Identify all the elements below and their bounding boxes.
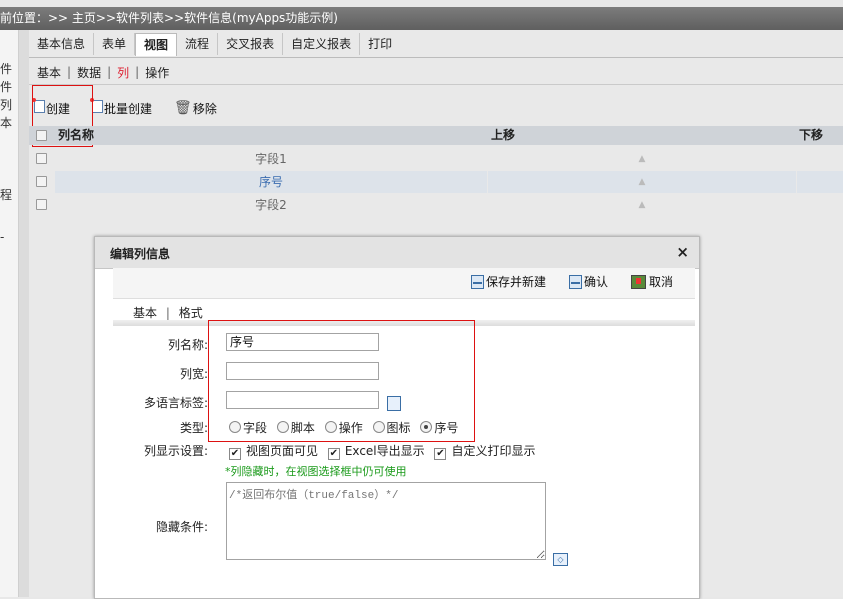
- save-icon: [569, 274, 582, 289]
- left-nav-label-3[interactable]: 列: [0, 96, 18, 113]
- subtab-actions[interactable]: 操作: [145, 64, 169, 81]
- table-row[interactable]: 字段2 ▲: [29, 194, 843, 216]
- move-up-icon[interactable]: ▲: [488, 171, 796, 193]
- tab-basic-info[interactable]: 基本信息: [29, 33, 95, 55]
- cancel-icon: [631, 274, 646, 289]
- subtabs-divider: [29, 84, 843, 85]
- tabs-divider: [29, 57, 843, 58]
- tab-form[interactable]: 表单: [94, 33, 136, 55]
- batch-create-button[interactable]: 批量创建: [90, 97, 153, 117]
- new-document-icon: [90, 97, 104, 113]
- checkbox-label: 自定义打印显示: [451, 444, 536, 458]
- column-name-label: 列名称:: [167, 338, 208, 352]
- checkbox-view-visible[interactable]: ✔: [229, 448, 241, 460]
- save-and-new-button[interactable]: 保存并新建: [471, 273, 546, 290]
- trash-icon: 🗑: [174, 100, 192, 116]
- column-width-label: 列宽:: [179, 367, 208, 381]
- table-row[interactable]: 序号 ▲: [29, 171, 843, 193]
- splitter: [19, 30, 29, 597]
- checkbox-label: 视图页面可见: [246, 444, 319, 458]
- tab-flow[interactable]: 流程: [177, 33, 219, 55]
- dialog-titlebar: 编辑列信息 ×: [95, 237, 699, 269]
- subtab-columns[interactable]: 列: [117, 64, 129, 81]
- row-checkbox[interactable]: [36, 199, 47, 210]
- column-header-down: 下移: [799, 128, 824, 142]
- dialog-toolbar: 保存并新建 确认 取消: [113, 268, 695, 299]
- breadcrumb-text: 前位置：>> 主页>>软件列表>>软件信息(myApps功能示例): [0, 11, 338, 25]
- dialog-title: 编辑列信息: [110, 247, 171, 261]
- left-nav-label-4[interactable]: 本: [0, 114, 18, 131]
- subtab-basic[interactable]: 基本: [37, 64, 61, 81]
- checkbox-label: Excel导出显示: [344, 444, 425, 458]
- confirm-label: 确认: [584, 275, 609, 289]
- close-icon[interactable]: ×: [676, 243, 689, 261]
- dialog-tabs: 基本 | 格式: [133, 304, 203, 321]
- hidden-condition-textarea[interactable]: [226, 482, 546, 560]
- type-label: 类型:: [179, 421, 208, 435]
- cancel-label: 取消: [649, 275, 674, 289]
- cancel-button[interactable]: 取消: [631, 273, 673, 290]
- dialog-tab-format[interactable]: 格式: [179, 306, 203, 320]
- column-header-up: 上移: [491, 128, 516, 142]
- row-checkbox[interactable]: [36, 176, 47, 187]
- window-top-strip: [0, 0, 843, 7]
- save-and-new-label: 保存并新建: [486, 275, 547, 289]
- edit-column-dialog: 编辑列信息 × 保存并新建 确认 取消 基本 | 格式 列名称: 列宽: 多语言…: [94, 236, 700, 599]
- left-nav-label-6[interactable]: -: [0, 230, 18, 244]
- dialog-tab-separator: |: [165, 306, 170, 320]
- select-all-checkbox[interactable]: [36, 130, 47, 141]
- move-up-icon[interactable]: ▲: [488, 194, 796, 216]
- column-header-name: 列名称: [58, 128, 95, 142]
- main-tabs: 基本信息 表单 视图 流程 交叉报表 自定义报表 打印: [29, 33, 400, 57]
- subtab-separator: |: [67, 65, 72, 79]
- display-settings-label: 列显示设置:: [143, 444, 208, 458]
- tab-view[interactable]: 视图: [135, 33, 178, 56]
- save-icon: [471, 274, 484, 289]
- display-checkbox-group: ✔ 视图页面可见 ✔ Excel导出显示 ✔ 自定义打印显示: [229, 442, 535, 460]
- dialog-tab-basic[interactable]: 基本: [133, 306, 157, 320]
- batch-create-button-label: 批量创建: [104, 101, 153, 116]
- checkbox-custom-print[interactable]: ✔: [434, 448, 447, 460]
- row-name[interactable]: 字段2: [55, 194, 487, 216]
- tab-print[interactable]: 打印: [360, 33, 400, 55]
- row-name[interactable]: 序号: [55, 171, 487, 193]
- left-nav-strip: 件 件 列 本 程 -: [0, 30, 19, 597]
- tab-custom-report[interactable]: 自定义报表: [283, 33, 361, 55]
- left-nav-label-5[interactable]: 程: [0, 186, 18, 203]
- table-row[interactable]: 字段1 ▲: [29, 148, 843, 170]
- left-nav-label-1[interactable]: 件: [0, 60, 18, 77]
- confirm-button[interactable]: 确认: [569, 273, 608, 290]
- highlight-box-form: [208, 320, 475, 442]
- left-nav-label-2[interactable]: 件: [0, 78, 18, 95]
- move-up-icon[interactable]: ▲: [488, 148, 796, 170]
- expand-editor-icon[interactable]: ◇: [553, 553, 568, 566]
- row-name[interactable]: 字段1: [55, 148, 487, 170]
- hidden-hint: *列隐藏时，在视图选择框中仍可使用: [225, 465, 407, 478]
- subtab-separator: |: [107, 65, 112, 79]
- row-down-cell: [797, 171, 843, 193]
- tab-cross-report[interactable]: 交叉报表: [218, 33, 284, 55]
- i18n-label: 多语言标签:: [143, 396, 208, 410]
- hidden-condition-label: 隐藏条件:: [155, 520, 208, 534]
- subtab-separator: |: [135, 65, 140, 79]
- sub-tabs: 基本 | 数据 | 列 | 操作: [37, 62, 169, 82]
- subtab-data[interactable]: 数据: [77, 64, 101, 81]
- remove-button[interactable]: 🗑 移除: [174, 100, 217, 117]
- remove-button-label: 移除: [192, 101, 217, 116]
- breadcrumb: 前位置：>> 主页>>软件列表>>软件信息(myApps功能示例): [0, 7, 843, 30]
- table-header: 列名称 上移 下移: [29, 126, 843, 145]
- row-checkbox[interactable]: [36, 153, 47, 164]
- checkbox-excel-export[interactable]: ✔: [327, 448, 340, 460]
